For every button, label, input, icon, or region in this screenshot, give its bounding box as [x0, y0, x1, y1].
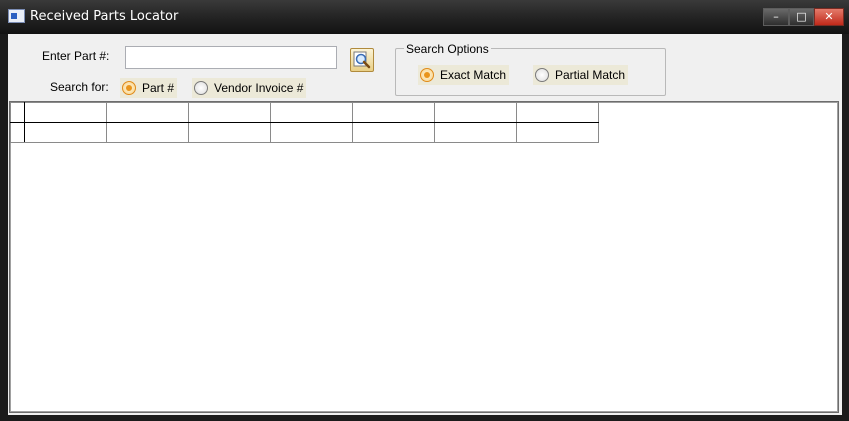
grid-cell[interactable] — [24, 122, 107, 143]
minimize-button[interactable]: – — [763, 8, 789, 26]
radio-partial-match[interactable]: Partial Match — [533, 65, 629, 85]
radio-button-unchecked[interactable] — [535, 68, 549, 82]
grid-column-header[interactable] — [188, 102, 271, 123]
radio-button-checked[interactable] — [122, 81, 136, 95]
app-window-icon — [8, 9, 25, 23]
grid-column-header[interactable] — [24, 102, 107, 123]
part-number-input[interactable] — [125, 46, 337, 69]
search-options-legend: Search Options — [404, 42, 491, 56]
part-number-label: Enter Part #: — [42, 49, 110, 63]
grid-cell[interactable] — [516, 122, 599, 143]
row-indicator-cell[interactable] — [10, 122, 25, 143]
radio-vendor-invoice[interactable]: Vendor Invoice # — [192, 78, 307, 98]
client-area: Enter Part #: Search for: Part # Vendor … — [8, 34, 842, 415]
maximize-icon: □ — [796, 10, 807, 23]
radio-vendor-invoice-label: Vendor Invoice # — [214, 81, 304, 95]
row-indicator-cell[interactable] — [10, 102, 25, 123]
grid-column-header[interactable] — [352, 102, 435, 123]
grid-column-header[interactable] — [434, 102, 517, 123]
radio-exact-match[interactable]: Exact Match — [418, 65, 510, 85]
grid-cell[interactable] — [188, 122, 271, 143]
results-grid[interactable] — [9, 101, 839, 413]
grid-header-row — [10, 102, 599, 123]
grid-cell[interactable] — [270, 122, 353, 143]
grid-cell[interactable] — [106, 122, 189, 143]
grid-row — [10, 122, 599, 143]
app-window: Received Parts Locator – □ ✕ Enter Part … — [0, 0, 849, 421]
close-icon: ✕ — [824, 10, 834, 23]
search-button[interactable] — [350, 48, 374, 72]
radio-button-unchecked[interactable] — [194, 81, 208, 95]
grid-cell[interactable] — [434, 122, 517, 143]
grid-cell[interactable] — [352, 122, 435, 143]
radio-button-checked[interactable] — [420, 68, 434, 82]
minimize-icon: – — [773, 10, 779, 23]
radio-part-number-label: Part # — [142, 81, 175, 95]
radio-partial-match-label: Partial Match — [555, 68, 626, 82]
search-for-label: Search for: — [50, 80, 109, 94]
grid-column-header[interactable] — [106, 102, 189, 123]
maximize-button[interactable]: □ — [789, 8, 814, 26]
results-table — [10, 102, 599, 143]
window-title: Received Parts Locator — [30, 9, 179, 24]
magnifier-icon — [353, 51, 371, 69]
grid-column-header[interactable] — [270, 102, 353, 123]
radio-part-number[interactable]: Part # — [120, 78, 178, 98]
title-bar[interactable]: Received Parts Locator – □ ✕ — [0, 0, 849, 34]
radio-exact-match-label: Exact Match — [440, 68, 507, 82]
close-button[interactable]: ✕ — [814, 8, 844, 26]
grid-column-header[interactable] — [516, 102, 599, 123]
